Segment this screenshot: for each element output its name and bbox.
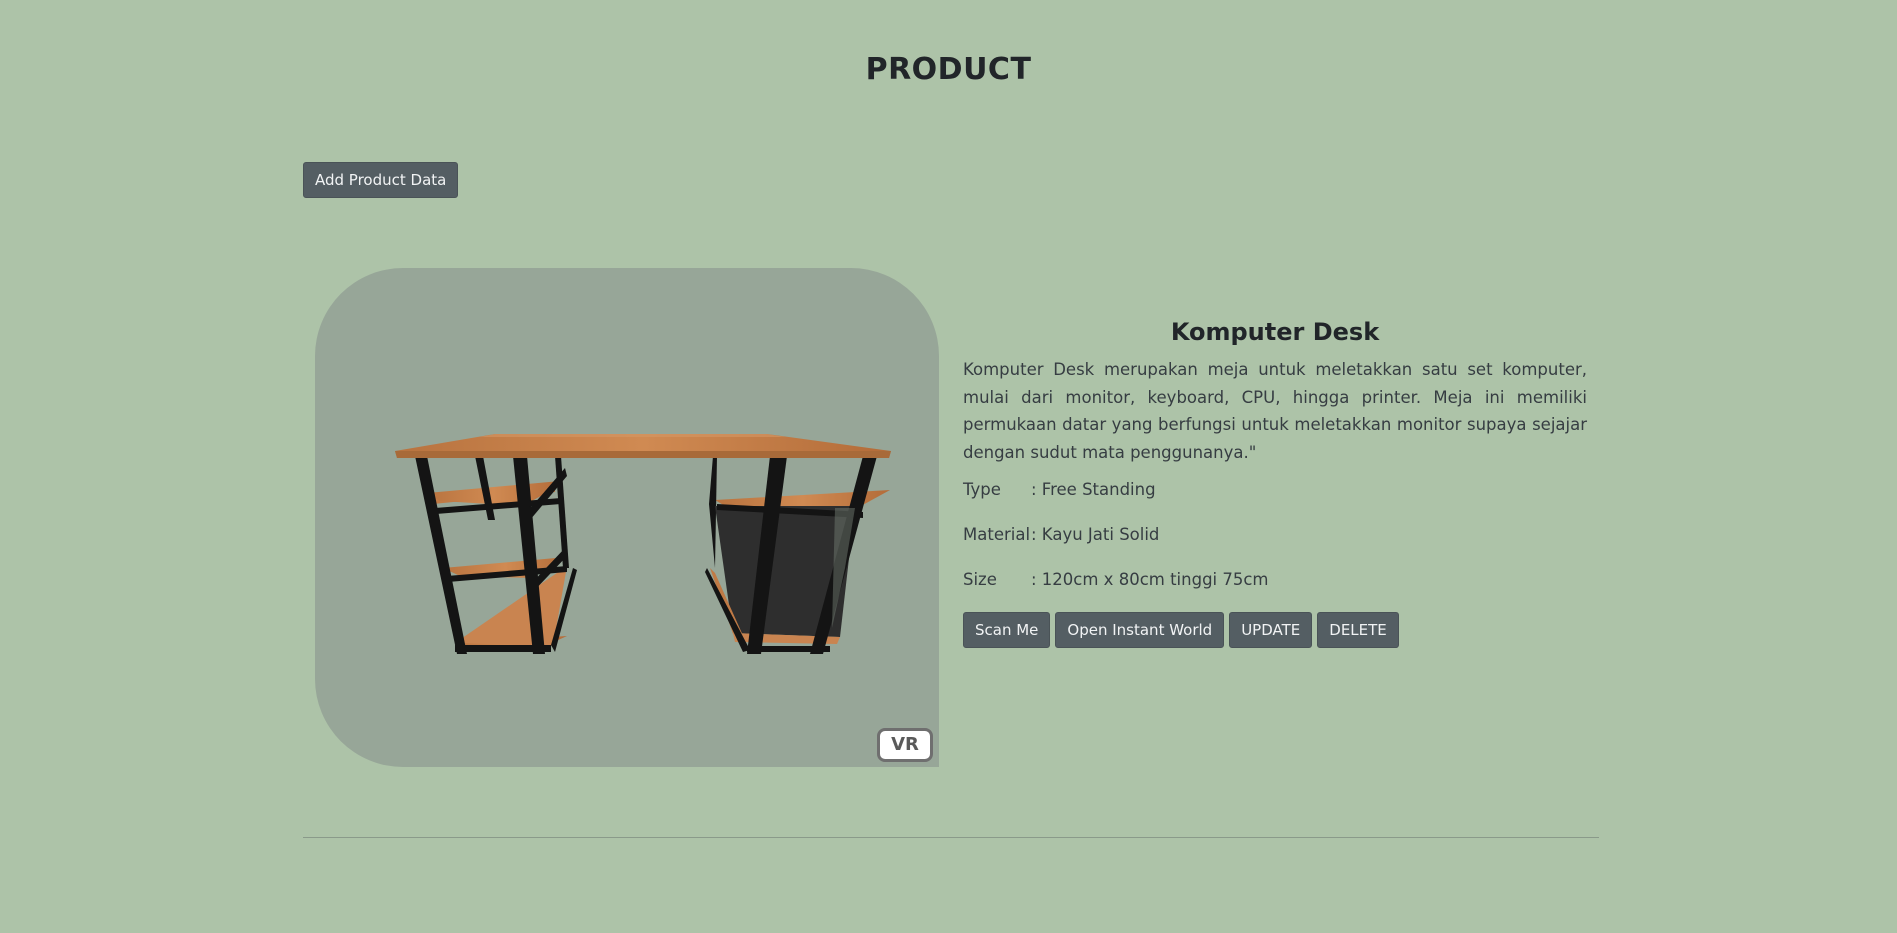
product-description: Komputer Desk merupakan meja untuk melet… — [963, 360, 1587, 462]
delete-button[interactable]: DELETE — [1317, 612, 1399, 648]
spec-row-type: Type : Free Standing — [963, 480, 1587, 525]
desk-model-icon — [395, 434, 891, 654]
add-product-button[interactable]: Add Product Data — [303, 162, 459, 198]
scan-me-button[interactable]: Scan Me — [963, 612, 1051, 648]
page-title: PRODUCT — [865, 52, 1032, 87]
vr-button[interactable]: VR — [877, 728, 933, 762]
update-button[interactable]: UPDATE — [1229, 612, 1313, 648]
product-info: Komputer Desk Komputer Desk merupakan me… — [963, 318, 1587, 648]
spec-label: Size — [963, 570, 997, 589]
action-buttons: Scan Me Open Instant World UPDATE DELETE — [963, 612, 1587, 648]
divider — [303, 837, 1599, 838]
spec-value: : Free Standing — [1031, 480, 1156, 499]
3d-model-viewer[interactable]: VR — [315, 268, 939, 767]
spec-row-size: Size : 120cm x 80cm tinggi 75cm — [963, 570, 1587, 615]
open-instant-world-button[interactable]: Open Instant World — [1055, 612, 1225, 648]
spec-label: Material — [963, 525, 1031, 544]
spec-label: Type — [963, 480, 1001, 499]
spec-row-material: Material : Kayu Jati Solid — [963, 525, 1587, 570]
spec-value: : 120cm x 80cm tinggi 75cm — [1031, 570, 1269, 589]
spec-value: : Kayu Jati Solid — [1031, 525, 1160, 544]
product-name: Komputer Desk — [1170, 318, 1380, 346]
